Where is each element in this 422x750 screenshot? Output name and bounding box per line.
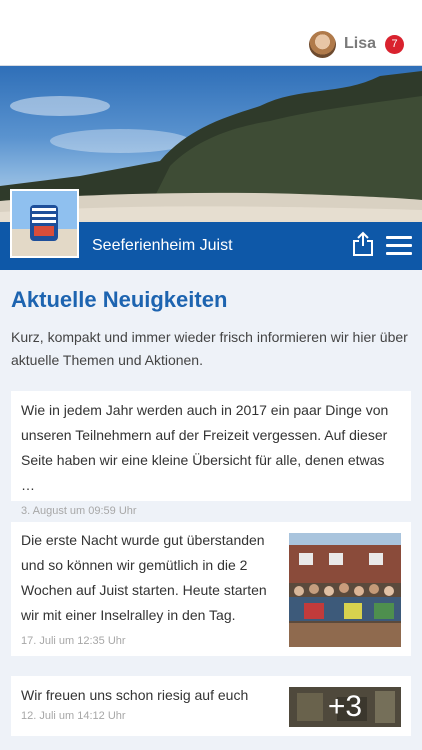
- top-bar: Lisa 7: [0, 0, 422, 66]
- site-logo-thumbnail[interactable]: [10, 189, 79, 258]
- user-menu[interactable]: Lisa 7: [308, 29, 404, 59]
- news-text: Wie in jedem Jahr werden auch in 2017 ei…: [21, 402, 389, 493]
- share-icon[interactable]: [352, 231, 374, 257]
- notification-badge[interactable]: 7: [385, 34, 404, 54]
- news-timestamp: 3. August um 09:59 Uhr: [21, 505, 137, 517]
- news-card[interactable]: Die erste Nacht wurde gut überstanden un…: [11, 522, 411, 656]
- intro-text: Kurz, kompakt und immer wieder frisch in…: [11, 329, 408, 368]
- site-name: Seeferienheim Juist: [92, 237, 233, 254]
- news-photo[interactable]: +3: [289, 687, 401, 727]
- section-title: Aktuelle Neuigkeiten: [11, 287, 228, 312]
- news-text: Die erste Nacht wurde gut überstanden un…: [21, 532, 267, 623]
- hamburger-menu-icon[interactable]: [386, 236, 412, 256]
- more-images-count: +3: [289, 687, 401, 727]
- avatar[interactable]: [308, 30, 336, 58]
- news-card[interactable]: Wir freuen uns schon riesig auf euch 12.…: [11, 676, 411, 736]
- news-photo[interactable]: [289, 533, 401, 647]
- news-card[interactable]: Wie in jedem Jahr werden auch in 2017 ei…: [11, 391, 411, 517]
- username[interactable]: Lisa: [344, 35, 376, 53]
